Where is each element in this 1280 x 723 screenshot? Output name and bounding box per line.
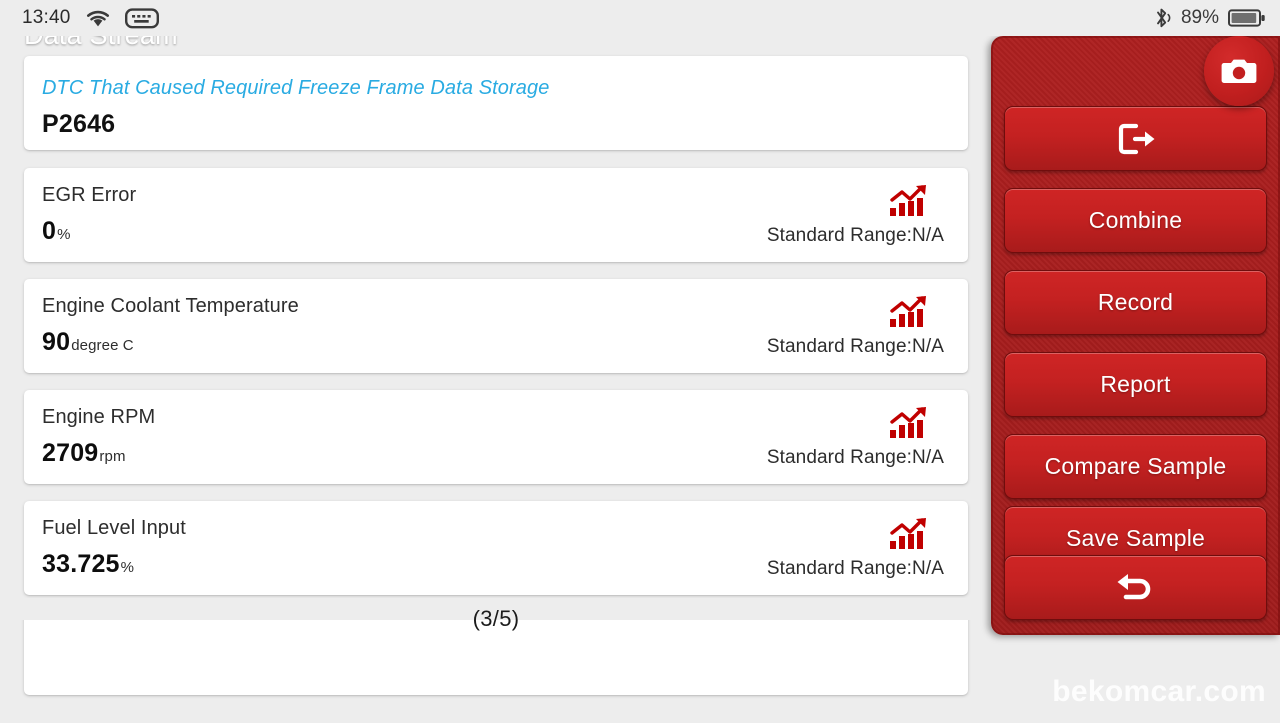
item-meta-block: Standard Range:N/A xyxy=(767,279,950,373)
record-button-label: Record xyxy=(1097,289,1174,315)
exit-icon xyxy=(1115,121,1157,157)
item-value: 33.725 xyxy=(42,550,120,578)
bar-chart-icon[interactable] xyxy=(888,517,930,551)
compare-sample-button-label: Compare Sample xyxy=(1044,453,1227,479)
standard-range-label: Standard Range:N/A xyxy=(766,224,944,246)
bluetooth-icon xyxy=(1152,7,1172,29)
table-row[interactable]: Engine Coolant Temperature 90 degree C S… xyxy=(24,279,968,373)
standard-range-label: Standard Range:N/A xyxy=(766,446,944,468)
battery-percent-label: 89% xyxy=(1180,7,1219,28)
item-name: Engine Coolant Temperature xyxy=(42,295,299,317)
item-value-row: 90 degree C xyxy=(42,328,767,357)
item-value: 2709 xyxy=(42,439,99,467)
bar-chart-icon[interactable] xyxy=(888,406,930,440)
camera-icon xyxy=(1221,56,1257,86)
item-text-block: Fuel Level Input 33.725 % xyxy=(24,501,767,595)
page-indicator: (3/5) xyxy=(472,606,520,631)
battery-icon xyxy=(1228,8,1266,28)
item-unit: % xyxy=(120,559,135,576)
exit-button[interactable] xyxy=(1004,106,1267,171)
item-meta-block: Standard Range:N/A xyxy=(767,168,950,262)
report-button[interactable]: Report xyxy=(1004,352,1267,417)
status-clock: 13:40 xyxy=(22,7,71,28)
item-text-block: EGR Error 0 % xyxy=(24,168,767,262)
item-meta-block: Standard Range:N/A xyxy=(767,501,950,595)
item-value: 90 xyxy=(42,328,71,356)
status-bar: 13:40 89% xyxy=(0,0,1280,36)
item-value-row: 0 % xyxy=(42,217,767,246)
item-value-row: 33.725 % xyxy=(42,550,767,579)
bar-chart-icon[interactable] xyxy=(888,295,930,329)
data-stream-list[interactable]: DTC That Caused Required Freeze Frame Da… xyxy=(0,36,992,723)
item-unit: rpm xyxy=(99,448,126,465)
keyboard-icon xyxy=(124,7,159,29)
dtc-label: DTC That Caused Required Freeze Frame Da… xyxy=(42,77,550,99)
site-watermark: bekomcar.com xyxy=(1052,675,1266,708)
save-sample-button-label: Save Sample xyxy=(1066,525,1205,551)
item-name: Engine RPM xyxy=(42,406,156,428)
item-unit: % xyxy=(57,226,71,243)
back-arrow-icon xyxy=(1112,571,1160,605)
standard-range-label: Standard Range:N/A xyxy=(766,557,944,579)
item-name: EGR Error xyxy=(42,184,137,206)
screenshot-button[interactable] xyxy=(1204,36,1274,106)
dtc-value: P2646 xyxy=(42,110,116,138)
back-button[interactable] xyxy=(1004,555,1267,620)
record-button[interactable]: Record xyxy=(1004,270,1267,335)
status-bar-left: 13:40 xyxy=(22,7,159,29)
item-value-row: 2709 rpm xyxy=(42,439,767,468)
table-row[interactable]: Fuel Level Input 33.725 % Standard Range… xyxy=(24,501,968,595)
bar-chart-icon[interactable] xyxy=(888,184,930,218)
table-row[interactable]: Engine RPM 2709 rpm Standard Range:N/A xyxy=(24,390,968,484)
table-row[interactable]: EGR Error 0 % Standard Range:N/A xyxy=(24,168,968,262)
item-text-block: Engine Coolant Temperature 90 degree C xyxy=(24,279,767,373)
item-unit: degree C xyxy=(71,337,134,354)
status-bar-right: 89% xyxy=(1152,7,1266,29)
item-value: 0 xyxy=(42,217,57,245)
item-name: Fuel Level Input xyxy=(42,517,186,539)
item-text-block: Engine RPM 2709 rpm xyxy=(24,390,767,484)
standard-range-label: Standard Range:N/A xyxy=(766,335,944,357)
combine-button-label: Combine xyxy=(1088,207,1183,233)
combine-button[interactable]: Combine xyxy=(1004,188,1267,253)
item-meta-block: Standard Range:N/A xyxy=(767,390,950,484)
dtc-card[interactable]: DTC That Caused Required Freeze Frame Da… xyxy=(24,56,968,150)
report-button-label: Report xyxy=(1100,371,1171,397)
wifi-icon xyxy=(85,9,111,28)
compare-sample-button[interactable]: Compare Sample xyxy=(1004,434,1267,499)
